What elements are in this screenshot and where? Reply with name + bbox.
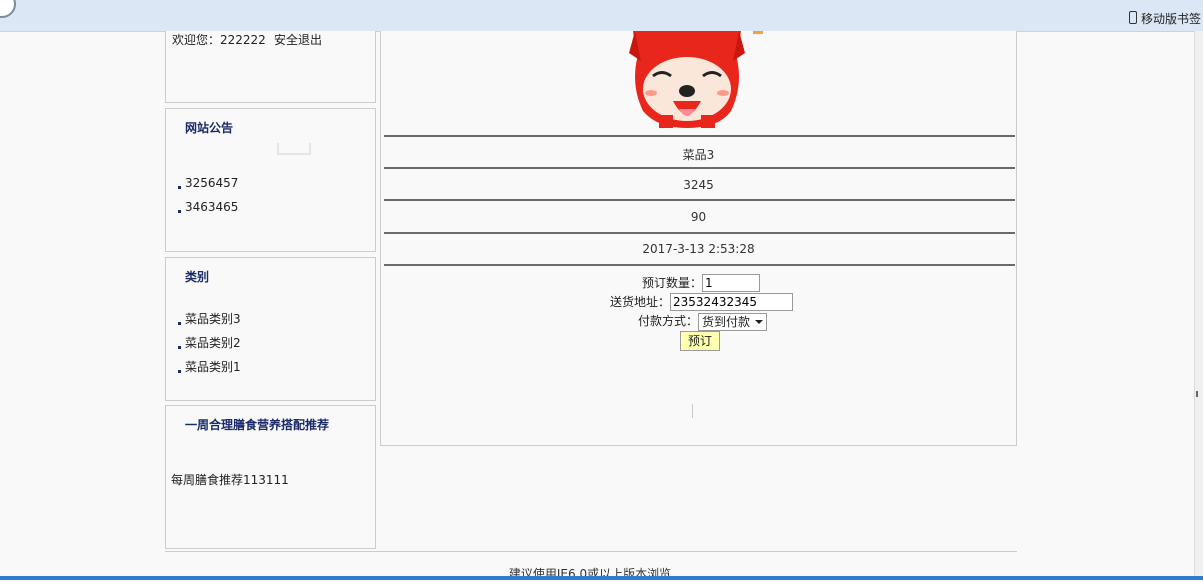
bullet-icon: [178, 370, 181, 373]
recommend-panel: 一周合理膳食营养搭配推荐 每周膳食推荐113111: [165, 405, 376, 549]
user-panel: 欢迎您：222222 安全退出: [165, 31, 376, 103]
category-item[interactable]: 菜品类别2: [178, 331, 241, 355]
address-input[interactable]: [670, 293, 794, 311]
browser-nav-circle-icon[interactable]: [0, 0, 16, 18]
divider: [384, 232, 1015, 234]
bullet-icon: [178, 186, 181, 189]
window-bottom-edge: [0, 576, 1203, 580]
logout-link[interactable]: 安全退出: [274, 31, 322, 48]
divider: [384, 199, 1015, 201]
dish-description: 3245: [683, 178, 714, 192]
recommend-title: 一周合理膳食营养搭配推荐: [185, 418, 330, 432]
phone-icon: [1128, 11, 1137, 24]
categories-title: 类别: [185, 270, 210, 284]
mobile-bookmarks-button[interactable]: 移动版书签: [1128, 11, 1201, 27]
dish-detail-panel: 菜品3 3245 90 2017-3-13 2:53:28 预订数量： 送货地址…: [380, 31, 1017, 446]
divider: [384, 135, 1015, 137]
announcement-item[interactable]: 3256457: [178, 171, 238, 195]
dish-date: 2017-3-13 2:53:28: [642, 242, 755, 256]
announcements-title: 网站公告: [185, 121, 234, 135]
dish-image: [629, 31, 745, 128]
announcement-item[interactable]: 3463465: [178, 195, 238, 219]
quantity-row: 预订数量：: [642, 274, 761, 292]
decorative-mark: [753, 31, 763, 34]
scrollbar-grip-icon: [1196, 391, 1198, 397]
payment-select[interactable]: 货到付款: [698, 312, 768, 331]
announcements-panel: 网站公告 3256457 3463465: [165, 108, 376, 252]
payment-label: 付款方式：: [638, 314, 699, 328]
chevron-down-icon: [755, 319, 764, 324]
category-item[interactable]: 菜品类别3: [178, 307, 241, 331]
browser-bookmark-bar: 移动版书签: [0, 0, 1203, 32]
decorative-tick: [692, 404, 693, 418]
order-button[interactable]: 预订: [680, 331, 720, 351]
payment-row: 付款方式： 货到付款: [638, 312, 768, 331]
recommend-link[interactable]: 每周膳食推荐113111: [171, 471, 289, 488]
categories-list: 菜品类别3 菜品类别2 菜品类别1: [178, 307, 241, 379]
mobile-bookmarks-label: 移动版书签: [1140, 12, 1201, 26]
categories-panel: 类别 菜品类别3 菜品类别2 菜品类别1: [165, 257, 376, 401]
decorative-bracket: [277, 143, 311, 155]
page-scrollbar[interactable]: [1194, 31, 1203, 577]
category-item[interactable]: 菜品类别1: [178, 355, 241, 379]
bullet-icon: [178, 322, 181, 325]
divider: [384, 264, 1015, 266]
announcements-list: 3256457 3463465: [178, 171, 238, 219]
footer-divider: [165, 551, 1017, 552]
bullet-icon: [178, 210, 181, 213]
welcome-text: 欢迎您：222222: [172, 33, 266, 47]
address-row: 送货地址：: [610, 293, 794, 311]
quantity-input[interactable]: [702, 274, 761, 292]
divider: [384, 167, 1015, 169]
payment-selected-value: 货到付款: [702, 314, 751, 329]
quantity-label: 预订数量：: [642, 276, 703, 290]
dish-name: 菜品3: [682, 148, 715, 162]
dish-price: 90: [690, 210, 707, 224]
bullet-icon: [178, 346, 181, 349]
address-label: 送货地址：: [610, 295, 671, 309]
